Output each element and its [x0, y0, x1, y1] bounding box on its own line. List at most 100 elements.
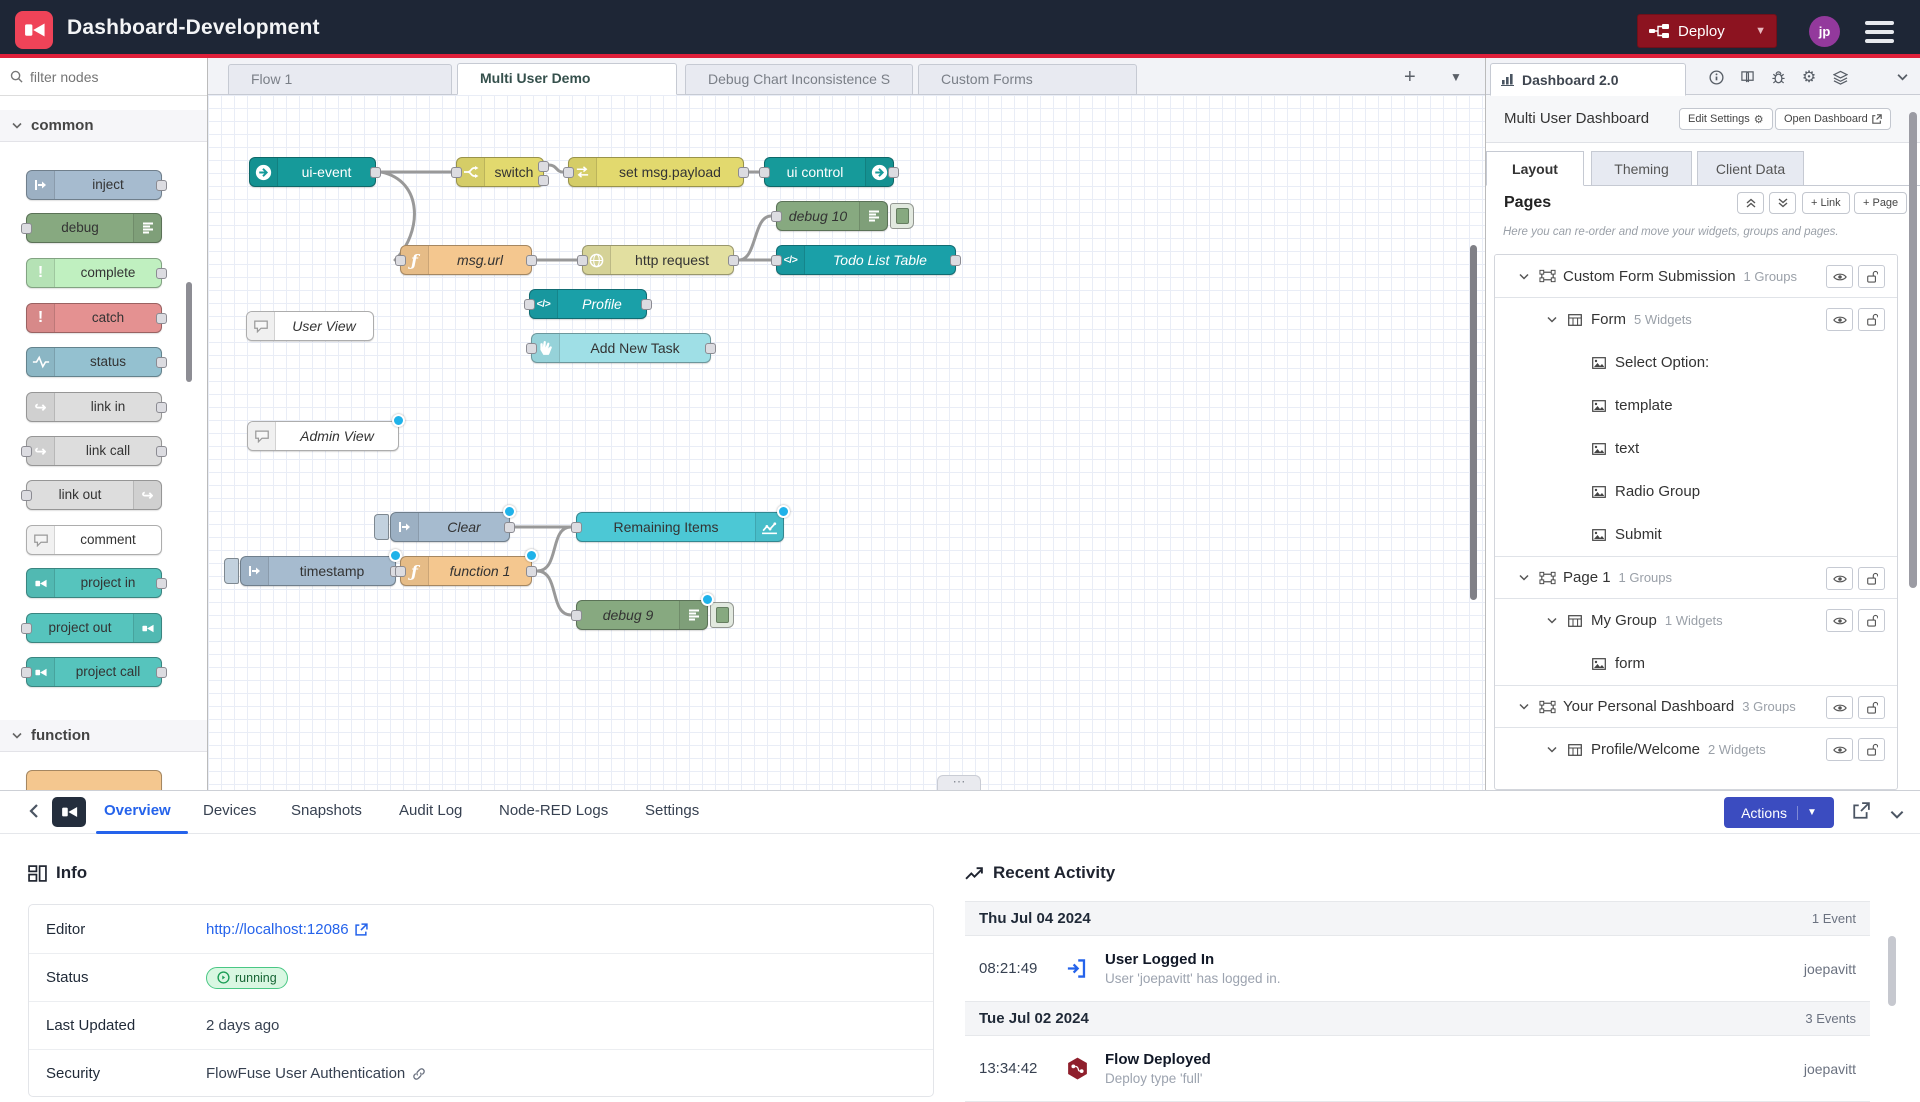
node-port[interactable] [156, 357, 167, 368]
chevron-down-icon[interactable] [1890, 66, 1914, 88]
lock-button[interactable] [1858, 567, 1885, 590]
palette-section-common[interactable]: common [0, 110, 208, 142]
deploy-button[interactable]: Deploy ▼ [1637, 14, 1777, 48]
node-port[interactable] [395, 255, 406, 266]
flowfuse-dark-logo-icon[interactable] [52, 797, 86, 827]
chevron-down-icon[interactable] [1517, 273, 1531, 280]
tree-row-widget[interactable]: Radio Group [1495, 470, 1897, 513]
node-comment-user-view[interactable]: User View [246, 311, 374, 341]
palette-node-catch[interactable]: ! catch [26, 303, 162, 333]
open-editor-icon[interactable] [1852, 802, 1870, 825]
visibility-button[interactable] [1826, 609, 1853, 632]
node-switch[interactable]: switch [456, 157, 544, 187]
tree-row-widget[interactable]: Submit [1495, 513, 1897, 556]
node-port[interactable] [504, 522, 515, 533]
inject-button[interactable] [374, 514, 389, 540]
node-port[interactable] [577, 255, 588, 266]
node-port[interactable] [21, 223, 32, 234]
node-port[interactable] [21, 623, 32, 634]
node-port[interactable] [524, 299, 535, 310]
visibility-button[interactable] [1826, 567, 1853, 590]
palette-scrollbar[interactable] [186, 282, 192, 382]
node-port[interactable] [771, 255, 782, 266]
chevron-down-icon[interactable] [1545, 316, 1559, 323]
palette-search[interactable] [0, 58, 208, 96]
node-port[interactable] [156, 667, 167, 678]
tab-theming[interactable]: Theming [1591, 151, 1692, 186]
canvas-scrollbar[interactable] [1470, 245, 1477, 600]
flow-canvas[interactable]: ui-event switch set msg.payload ui contr… [208, 95, 1485, 790]
node-port[interactable] [156, 180, 167, 191]
tab-client-data[interactable]: Client Data [1697, 151, 1804, 186]
node-todo-list-table[interactable]: </> Todo List Table [776, 245, 956, 275]
node-port[interactable] [156, 268, 167, 279]
visibility-button[interactable] [1826, 738, 1853, 761]
node-port[interactable] [888, 167, 899, 178]
node-port[interactable] [705, 343, 716, 354]
tree-row-page[interactable]: Custom Form Submission 1 Groups [1495, 255, 1897, 298]
chevron-down-icon[interactable] [1545, 746, 1559, 753]
visibility-button[interactable] [1826, 696, 1853, 719]
node-inject-clear[interactable]: Clear [390, 512, 510, 542]
tree-row-widget[interactable]: Select Option: [1495, 341, 1897, 384]
flow-tab-1[interactable]: Flow 1 [228, 64, 452, 95]
bug-icon[interactable] [1766, 66, 1790, 88]
chevron-down-icon[interactable] [1517, 703, 1531, 710]
palette-node-clipped[interactable] [26, 770, 162, 790]
gear-icon[interactable]: ⚙ [1797, 66, 1821, 88]
editor-link[interactable]: http://localhost:12086 [206, 921, 368, 938]
back-arrow-icon[interactable] [25, 801, 45, 826]
node-port[interactable] [526, 566, 537, 577]
node-port[interactable] [641, 299, 652, 310]
edit-settings-button[interactable]: Edit Settings⚙ [1679, 108, 1773, 130]
chevron-down-icon[interactable] [1545, 617, 1559, 624]
node-port[interactable] [451, 167, 462, 178]
node-port[interactable] [526, 255, 537, 266]
tree-row-page[interactable]: Page 1 1 Groups [1495, 556, 1897, 599]
node-port[interactable] [538, 161, 549, 172]
palette-node-debug[interactable]: debug [26, 213, 162, 243]
tree-row-widget[interactable]: template [1495, 384, 1897, 427]
node-inject-timestamp[interactable]: timestamp [240, 556, 396, 586]
node-port[interactable] [156, 446, 167, 457]
node-port[interactable] [21, 446, 32, 457]
node-port[interactable] [156, 402, 167, 413]
flow-tab-4[interactable]: Custom Forms [918, 64, 1137, 95]
open-dashboard-button[interactable]: Open Dashboard [1775, 108, 1891, 130]
palette-node-link-out[interactable]: link out ↪ [26, 480, 162, 510]
node-change[interactable]: set msg.payload [568, 157, 744, 187]
tab-audit-log[interactable]: Audit Log [399, 802, 462, 819]
lock-button[interactable] [1858, 738, 1885, 761]
debug-toggle-button[interactable] [710, 602, 734, 628]
palette-node-inject[interactable]: inject [26, 170, 162, 200]
flow-tab-3[interactable]: Debug Chart Inconsistence S [685, 64, 913, 95]
tree-row-group[interactable]: Form 5 Widgets [1495, 298, 1897, 341]
panel-resize-handle[interactable]: ⋯ [937, 775, 981, 790]
tab-settings[interactable]: Settings [645, 802, 699, 819]
node-profile[interactable]: </> Profile [529, 289, 647, 319]
palette-node-project-out[interactable]: project out [26, 613, 162, 643]
node-port[interactable] [21, 667, 32, 678]
tree-row-widget[interactable]: text [1495, 427, 1897, 470]
node-ui-event[interactable]: ui-event [249, 157, 376, 187]
palette-search-input[interactable] [30, 69, 180, 85]
lock-button[interactable] [1858, 265, 1885, 288]
node-port[interactable] [571, 522, 582, 533]
tab-layout[interactable]: Layout [1486, 151, 1584, 186]
node-msg-url[interactable]: ƒ msg.url [400, 245, 532, 275]
expand-all-button[interactable] [1769, 192, 1796, 214]
node-port[interactable] [395, 566, 406, 577]
main-menu-icon[interactable] [1865, 21, 1894, 43]
activity-event-row[interactable]: 08:21:49 User Logged InUser 'joepavitt' … [965, 936, 1870, 1002]
flow-tab-2-active[interactable]: Multi User Demo [457, 63, 677, 95]
tree-row-group[interactable]: Profile/Welcome 2 Widgets [1495, 728, 1897, 771]
tab-node-red-logs[interactable]: Node-RED Logs [499, 802, 608, 819]
debug-toggle-button[interactable] [890, 203, 914, 229]
lock-button[interactable] [1858, 696, 1885, 719]
node-port[interactable] [950, 255, 961, 266]
tree-row-page[interactable]: Your Personal Dashboard 3 Groups [1495, 685, 1897, 728]
node-port[interactable] [538, 175, 549, 186]
info-icon[interactable] [1704, 66, 1728, 88]
node-port[interactable] [728, 255, 739, 266]
add-flow-button[interactable]: + [1404, 66, 1416, 89]
